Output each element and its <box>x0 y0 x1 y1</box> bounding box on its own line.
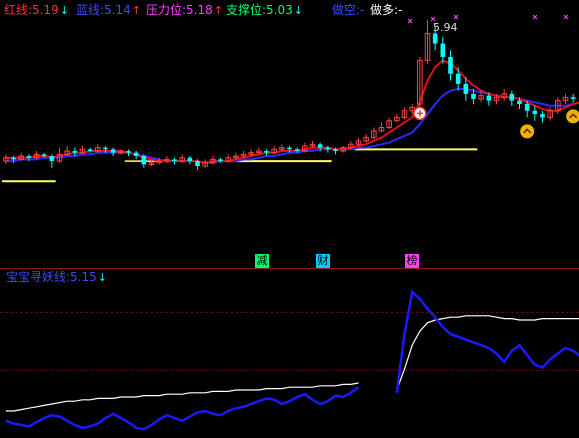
grid-dash <box>0 370 579 371</box>
sub-white-line <box>396 315 579 391</box>
marker-icon <box>453 14 459 20</box>
candle-body <box>294 149 300 151</box>
sub-chart-legend: 宝宝寻妖线:5.15↓ <box>6 270 107 285</box>
candle-body <box>440 43 446 57</box>
candle-body <box>87 149 93 151</box>
candle-body <box>570 97 576 99</box>
candlestick-chart[interactable] <box>0 0 579 438</box>
marker-icon <box>532 14 538 20</box>
arrow-down-icon: ↓ <box>97 271 107 284</box>
candle-body <box>11 157 16 160</box>
red-line <box>5 59 579 164</box>
candle-body <box>524 104 530 111</box>
tag-reduce: 减 <box>255 254 269 268</box>
panel-divider <box>0 268 579 269</box>
candle-body <box>72 151 78 153</box>
marker-icon <box>563 14 569 20</box>
candle-body <box>540 114 545 118</box>
marker-icon <box>407 18 413 24</box>
candle-body <box>325 147 331 150</box>
grid-dash <box>0 312 579 313</box>
candle-body <box>141 156 147 165</box>
tag-wealth: 财 <box>316 254 330 268</box>
sub-blue-line <box>395 289 579 393</box>
candle-body <box>517 100 522 104</box>
candle-body <box>455 73 461 84</box>
short-signal-icon <box>520 124 535 139</box>
candle-body <box>463 83 469 94</box>
candle-body <box>110 149 116 153</box>
candle-body <box>195 161 200 167</box>
candle-body <box>432 33 438 44</box>
candle-body <box>172 159 177 162</box>
candle-body <box>49 156 55 162</box>
sub-blue-line <box>5 386 360 431</box>
candle-body <box>486 95 492 101</box>
candle-body <box>448 57 453 74</box>
peak-price-label: 5.94 <box>433 21 458 34</box>
candle-body <box>133 152 139 157</box>
candle-body <box>532 110 538 115</box>
candle-body <box>187 157 193 162</box>
short-signal-icon <box>566 109 579 124</box>
candle-body <box>126 151 131 153</box>
candle-body <box>333 149 338 151</box>
candle-body <box>218 159 223 162</box>
candle-body <box>471 93 476 99</box>
candle-body <box>26 156 32 158</box>
candle-body <box>264 151 269 153</box>
sub-chart-value: 5.15 <box>70 270 97 284</box>
sub-chart-label: 宝宝寻妖线: <box>6 270 71 284</box>
candle-body <box>509 93 515 101</box>
candle-body <box>41 154 47 157</box>
candle-body <box>287 147 292 150</box>
sub-white-line <box>5 382 359 412</box>
candle-body <box>317 144 323 148</box>
tag-list: 榜 <box>405 254 419 268</box>
candle-body <box>103 147 108 150</box>
